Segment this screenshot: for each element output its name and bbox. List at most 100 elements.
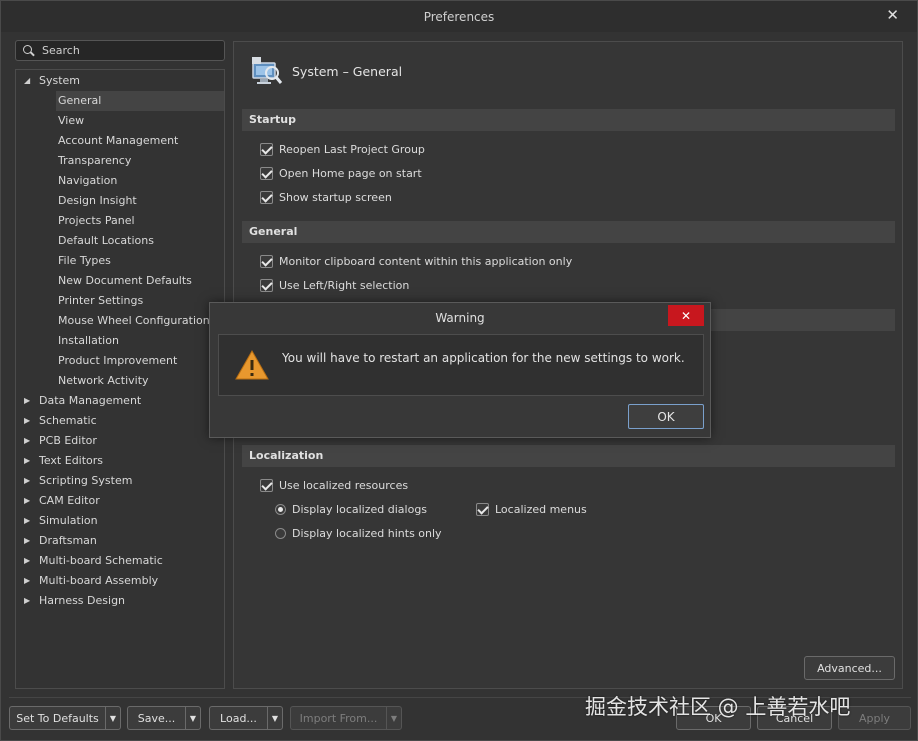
option-use-localized-resources[interactable]: Use localized resources bbox=[260, 477, 408, 493]
save-button[interactable]: Save... bbox=[127, 706, 185, 730]
tree-item-projects-panel[interactable]: Projects Panel bbox=[56, 211, 224, 231]
checkbox[interactable] bbox=[476, 502, 489, 516]
checkbox[interactable] bbox=[260, 142, 273, 156]
dialog-body: You will have to restart an application … bbox=[218, 334, 704, 396]
page-title: System – General bbox=[292, 63, 403, 79]
set-to-defaults-button[interactable]: Set To Defaults bbox=[9, 706, 105, 730]
tree-item-harness-design[interactable]: ▶ Harness Design bbox=[16, 591, 224, 611]
tree-item-label: Schematic bbox=[39, 414, 97, 427]
option-label: Use localized resources bbox=[279, 478, 409, 492]
search-icon bbox=[22, 44, 36, 58]
option-label: Display localized hints only bbox=[292, 526, 442, 540]
page-header: System – General bbox=[250, 54, 402, 88]
option-label: Monitor clipboard content within this ap… bbox=[279, 254, 573, 268]
tree-item-text-editors[interactable]: ▶ Text Editors bbox=[16, 451, 224, 471]
option-localized-menus[interactable]: Localized menus bbox=[476, 501, 587, 517]
expand-arrow-icon[interactable]: ▶ bbox=[24, 551, 30, 571]
chevron-down-icon[interactable]: ▼ bbox=[185, 706, 201, 730]
load-split-button[interactable]: Load... ▼ bbox=[209, 706, 283, 730]
expand-arrow-icon[interactable]: ▶ bbox=[24, 431, 30, 451]
radio-button[interactable] bbox=[275, 503, 286, 515]
collapse-arrow-icon[interactable]: ◢ bbox=[24, 71, 30, 91]
expand-arrow-icon[interactable]: ▶ bbox=[24, 471, 30, 491]
tree-item-new-document-defaults[interactable]: New Document Defaults bbox=[56, 271, 224, 291]
tree-item-schematic[interactable]: ▶ Schematic bbox=[16, 411, 224, 431]
dialog-title: Warning bbox=[435, 311, 485, 325]
search-box[interactable] bbox=[15, 40, 225, 61]
tree-item-label: Product Improvement bbox=[58, 354, 178, 367]
tree-item-data-management[interactable]: ▶ Data Management bbox=[16, 391, 224, 411]
option-label: Localized menus bbox=[495, 502, 587, 516]
section-startup: Startup bbox=[242, 109, 895, 131]
tree-item-scripting-system[interactable]: ▶ Scripting System bbox=[16, 471, 224, 491]
tree-item-file-types[interactable]: File Types bbox=[56, 251, 224, 271]
tree-item-multi-board-schematic[interactable]: ▶ Multi-board Schematic bbox=[16, 551, 224, 571]
option-show-startup-screen[interactable]: Show startup screen bbox=[260, 189, 392, 205]
tree-item-product-improvement[interactable]: Product Improvement bbox=[56, 351, 224, 371]
tree-item-general[interactable]: General bbox=[56, 91, 224, 111]
checkbox[interactable] bbox=[260, 190, 273, 204]
option-label: Display localized dialogs bbox=[292, 502, 428, 516]
tree-item-design-insight[interactable]: Design Insight bbox=[56, 191, 224, 211]
tree-item-label: System bbox=[39, 74, 81, 87]
expand-arrow-icon[interactable]: ▶ bbox=[24, 511, 30, 531]
save-split-button[interactable]: Save... ▼ bbox=[127, 706, 201, 730]
close-icon[interactable]: ✕ bbox=[886, 6, 899, 24]
tree-item-navigation[interactable]: Navigation bbox=[56, 171, 224, 191]
radio-localized-hints[interactable]: Display localized hints only bbox=[275, 525, 442, 541]
chevron-down-icon[interactable]: ▼ bbox=[267, 706, 283, 730]
tree-item-network-activity[interactable]: Network Activity bbox=[56, 371, 224, 391]
dialog-ok-button[interactable]: OK bbox=[628, 404, 704, 429]
tree-item-simulation[interactable]: ▶ Simulation bbox=[16, 511, 224, 531]
expand-arrow-icon[interactable]: ▶ bbox=[24, 571, 30, 591]
option-left-right-selection[interactable]: Use Left/Right selection bbox=[260, 277, 409, 293]
tree-item-default-locations[interactable]: Default Locations bbox=[56, 231, 224, 251]
tree-item-transparency[interactable]: Transparency bbox=[56, 151, 224, 171]
tree-item-account-management[interactable]: Account Management bbox=[56, 131, 224, 151]
checkbox[interactable] bbox=[260, 478, 273, 492]
title-bar: Preferences ✕ bbox=[1, 1, 917, 32]
tree-item-label: Mouse Wheel Configuration bbox=[58, 314, 210, 327]
chevron-down-icon[interactable]: ▼ bbox=[386, 706, 402, 730]
tree-item-printer-settings[interactable]: Printer Settings bbox=[56, 291, 224, 311]
expand-arrow-icon[interactable]: ▶ bbox=[24, 531, 30, 551]
search-input[interactable] bbox=[42, 44, 212, 57]
expand-arrow-icon[interactable]: ▶ bbox=[24, 411, 30, 431]
tree-item-label: Projects Panel bbox=[58, 214, 135, 227]
expand-arrow-icon[interactable]: ▶ bbox=[24, 591, 30, 611]
import-from-split-button[interactable]: Import From... ▼ bbox=[290, 706, 402, 730]
tree-item-view[interactable]: View bbox=[56, 111, 224, 131]
tree-item-installation[interactable]: Installation bbox=[56, 331, 224, 351]
section-general: General bbox=[242, 221, 895, 243]
checkbox[interactable] bbox=[260, 254, 273, 268]
tree-item-pcb-editor[interactable]: ▶ PCB Editor bbox=[16, 431, 224, 451]
chevron-down-icon[interactable]: ▼ bbox=[105, 706, 121, 730]
warning-dialog: Warning ✕ You will have to restart an ap… bbox=[209, 302, 711, 438]
radio-localized-dialogs[interactable]: Display localized dialogs bbox=[275, 501, 427, 517]
tree-item-cam-editor[interactable]: ▶ CAM Editor bbox=[16, 491, 224, 511]
option-reopen-last-project[interactable]: Reopen Last Project Group bbox=[260, 141, 425, 157]
checkbox[interactable] bbox=[260, 166, 273, 180]
expand-arrow-icon[interactable]: ▶ bbox=[24, 451, 30, 471]
set-to-defaults-split-button[interactable]: Set To Defaults ▼ bbox=[9, 706, 121, 730]
tree-item-draftsman[interactable]: ▶ Draftsman bbox=[16, 531, 224, 551]
close-icon[interactable]: ✕ bbox=[668, 305, 704, 326]
expand-arrow-icon[interactable]: ▶ bbox=[24, 391, 30, 411]
advanced-button[interactable]: Advanced... bbox=[804, 656, 895, 680]
option-open-home-page[interactable]: Open Home page on start bbox=[260, 165, 422, 181]
load-button[interactable]: Load... bbox=[209, 706, 267, 730]
checkbox[interactable] bbox=[260, 278, 273, 292]
tree-item-label: Harness Design bbox=[39, 594, 126, 607]
tree-item-label: Text Editors bbox=[39, 454, 104, 467]
option-monitor-clipboard[interactable]: Monitor clipboard content within this ap… bbox=[260, 253, 572, 269]
tree-item-label: General bbox=[58, 94, 102, 107]
tree-item-system[interactable]: ◢ System bbox=[16, 71, 224, 91]
tree-item-label: New Document Defaults bbox=[58, 274, 192, 287]
expand-arrow-icon[interactable]: ▶ bbox=[24, 491, 30, 511]
import-from-button[interactable]: Import From... bbox=[290, 706, 386, 730]
watermark: 掘金技术社区 @ 上善若水吧 bbox=[585, 695, 851, 719]
tree-item-mouse-wheel-configuration[interactable]: Mouse Wheel Configuration bbox=[56, 311, 224, 331]
tree-item-label: Multi-board Schematic bbox=[39, 554, 163, 567]
tree-item-multi-board-assembly[interactable]: ▶ Multi-board Assembly bbox=[16, 571, 224, 591]
radio-button[interactable] bbox=[275, 527, 286, 539]
